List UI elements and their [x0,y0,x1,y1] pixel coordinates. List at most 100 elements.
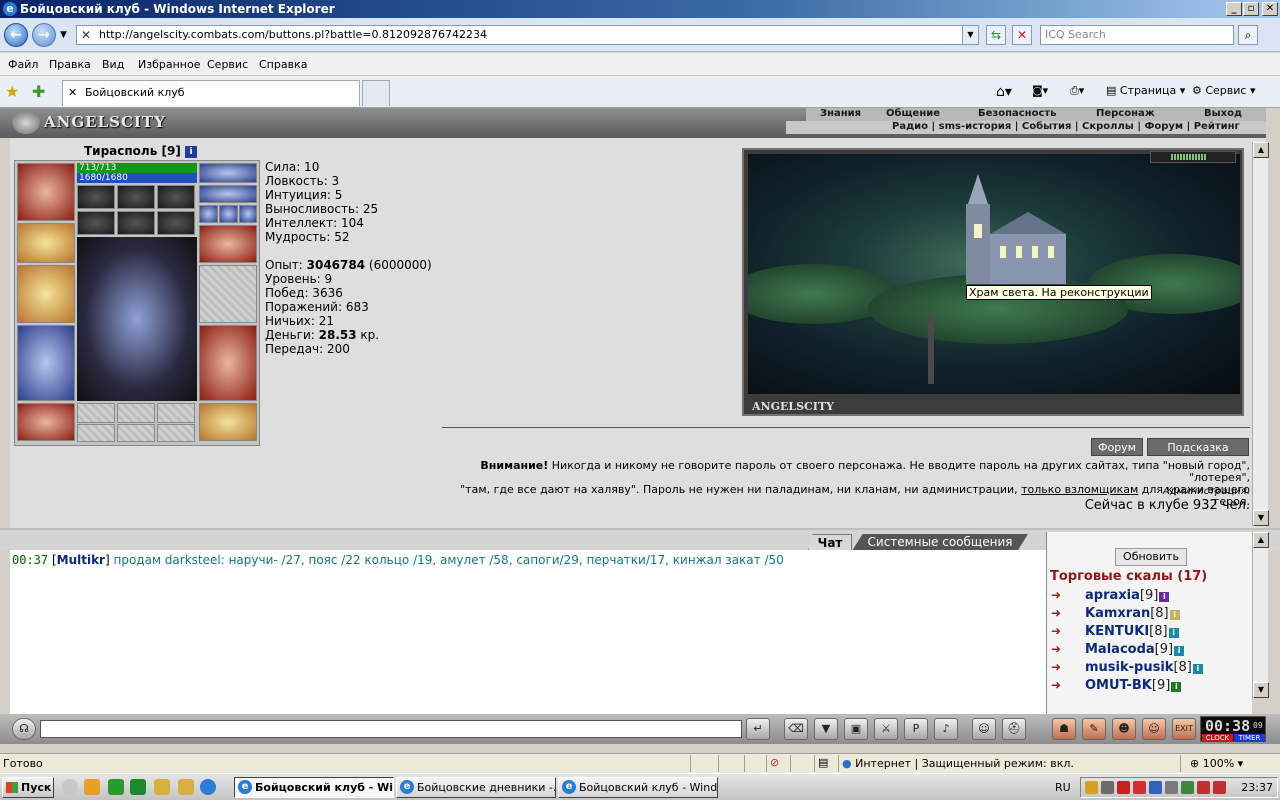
private-icon[interactable]: P [904,718,928,740]
exit-icon[interactable]: EXIT [1172,718,1196,740]
private-message-arrow-icon[interactable]: ➜ [1051,624,1073,638]
maximize-button[interactable]: ▫ [1243,2,1259,16]
spell-slot-1[interactable] [77,185,115,209]
chat-mode-icon[interactable]: ☊ [12,718,36,740]
send-icon[interactable]: ↵ [746,718,770,740]
menu-security[interactable]: Безопасность [978,108,1057,119]
menu-knowledge[interactable]: Знания [820,108,861,119]
quicklaunch-icon-1[interactable] [62,779,78,795]
user-name[interactable]: Malacoda[9] i [1085,642,1185,657]
tray-icon-6[interactable] [1165,781,1178,794]
tray-icon-1[interactable] [1085,781,1098,794]
ring-slot-c[interactable] [239,205,257,223]
tray-icon-3[interactable] [1117,781,1130,794]
forum-button[interactable]: Форум [1091,438,1143,456]
address-dropdown-icon[interactable]: ▼ [962,26,978,44]
fight-icon[interactable]: ⚔ [874,718,898,740]
tab-system-messages[interactable]: Системные сообщения [852,534,1028,551]
print-icon[interactable]: ⎙▾ [1070,84,1084,98]
ring-slot-3[interactable] [157,403,195,423]
user-info-icon[interactable]: i [1174,646,1185,656]
user-list-scrollbar[interactable]: ▲ ▼ [1252,532,1269,698]
amulet-slot[interactable] [199,185,257,203]
quests-icon[interactable]: ✎ [1082,718,1106,740]
user-row[interactable]: ➜ Kamxran[8] i [1051,606,1180,624]
user-name[interactable]: musik-pusik[8] i [1085,660,1203,675]
user-name[interactable]: KENTUKI[8] i [1085,624,1179,639]
menu-favorites[interactable]: Избранное [138,58,200,71]
address-field[interactable]: ✕ http://angelscity.combats.com/buttons.… [76,25,979,45]
sub-menu-links[interactable]: Радио | sms-история | События | Скроллы … [892,121,1240,132]
pocket-slot-3[interactable] [157,424,195,442]
back-button[interactable]: ← [4,23,28,47]
feeds-icon[interactable]: ◙▾ [1032,84,1048,97]
boots-slot[interactable] [199,403,257,441]
ring-slot-1[interactable] [77,403,115,423]
security-zone[interactable]: ● Интернет | Защищенный режим: вкл. [842,757,1074,770]
stop-icon[interactable]: ✕ [1012,25,1032,45]
task-button-3[interactable]: e Бойцовский клуб - Wind... [558,777,718,798]
gloves-slot[interactable] [199,225,257,263]
user-row[interactable]: ➜ OMUT-BK[9] i [1051,678,1182,696]
save-log-icon[interactable]: ▣ [844,718,868,740]
user-name[interactable]: apraxia[9] i [1085,588,1170,603]
friends-icon[interactable]: ☺ [1142,718,1166,740]
certificate-icon[interactable]: ▤ [818,756,828,769]
character-name[interactable]: Тирасполь [9] i [84,144,198,158]
tray-icon-9[interactable] [1213,781,1226,794]
spell-slot-4[interactable] [77,211,115,235]
scroll-down-icon[interactable]: ▼ [1253,682,1269,698]
tray-icon-4[interactable] [1133,781,1146,794]
earrings-slot[interactable] [199,163,257,183]
tray-icon-5[interactable] [1149,781,1162,794]
inventory-icon[interactable]: ☗ [1052,718,1076,740]
minimize-button[interactable]: _ [1226,2,1242,16]
ring-slot-a[interactable] [199,205,218,223]
menu-communication[interactable]: Общение [886,108,940,119]
quicklaunch-icon-2[interactable] [84,779,100,795]
user-row[interactable]: ➜ musik-pusik[8] i [1051,660,1203,678]
tab-active[interactable]: ✕ Бойцовский клуб [62,80,360,106]
private-message-arrow-icon[interactable]: ➜ [1051,678,1073,692]
user-info-icon[interactable]: i [1192,664,1203,674]
bracers-slot[interactable] [17,223,75,263]
menu-exit[interactable]: Выход [1204,108,1242,119]
new-tab-button[interactable] [362,80,390,106]
tools-menu-button[interactable]: ⚙ Сервис ▾ [1192,84,1256,97]
timer-label[interactable]: TIMER [1234,734,1265,742]
scroll-up-icon[interactable]: ▲ [1253,532,1269,548]
pocket-slot-1[interactable] [77,424,115,442]
tray-icon-7[interactable] [1181,781,1194,794]
task-button-1[interactable]: e Бойцовский клуб - Wi... [234,777,394,798]
smiley-icon[interactable]: ☺ [972,718,996,740]
signpost[interactable] [928,314,934,384]
user-row[interactable]: ➜ KENTUKI[8] i [1051,624,1179,642]
refresh-icon[interactable]: ⇆ [986,25,1006,45]
weapon-slot[interactable] [17,265,75,323]
favorites-star-icon[interactable]: ★ [5,82,19,101]
menu-view[interactable]: Вид [102,58,124,71]
helmet-icon[interactable]: ⛑ [1002,718,1026,740]
private-message-arrow-icon[interactable]: ➜ [1051,588,1073,602]
spell-slot-6[interactable] [157,211,195,235]
refresh-list-button[interactable]: Обновить [1115,548,1187,566]
message-nick[interactable]: Multikr [57,553,105,567]
close-button[interactable]: ✕ [1262,2,1278,16]
shield-slot[interactable] [199,265,257,323]
leggings-slot[interactable] [199,325,257,401]
menu-character[interactable]: Персонаж [1096,108,1155,119]
user-row[interactable]: ➜ apraxia[9] i [1051,588,1170,606]
info-icon[interactable]: i [185,146,198,158]
helmet-slot[interactable] [17,163,75,221]
character-avatar[interactable] [77,237,197,401]
menu-edit[interactable]: Правка [49,58,91,71]
ring-slot-b[interactable] [219,205,238,223]
private-message-arrow-icon[interactable]: ➜ [1051,660,1073,674]
spell-slot-5[interactable] [117,211,155,235]
zoom-level[interactable]: ⊕ 100% ▾ [1190,757,1243,770]
user-info-icon[interactable]: i [1169,610,1180,620]
tab-chat[interactable]: Чат [808,534,852,551]
armor-slot[interactable] [17,325,75,401]
map-volume-control[interactable] [1150,151,1236,163]
language-indicator[interactable]: RU [1055,781,1071,794]
